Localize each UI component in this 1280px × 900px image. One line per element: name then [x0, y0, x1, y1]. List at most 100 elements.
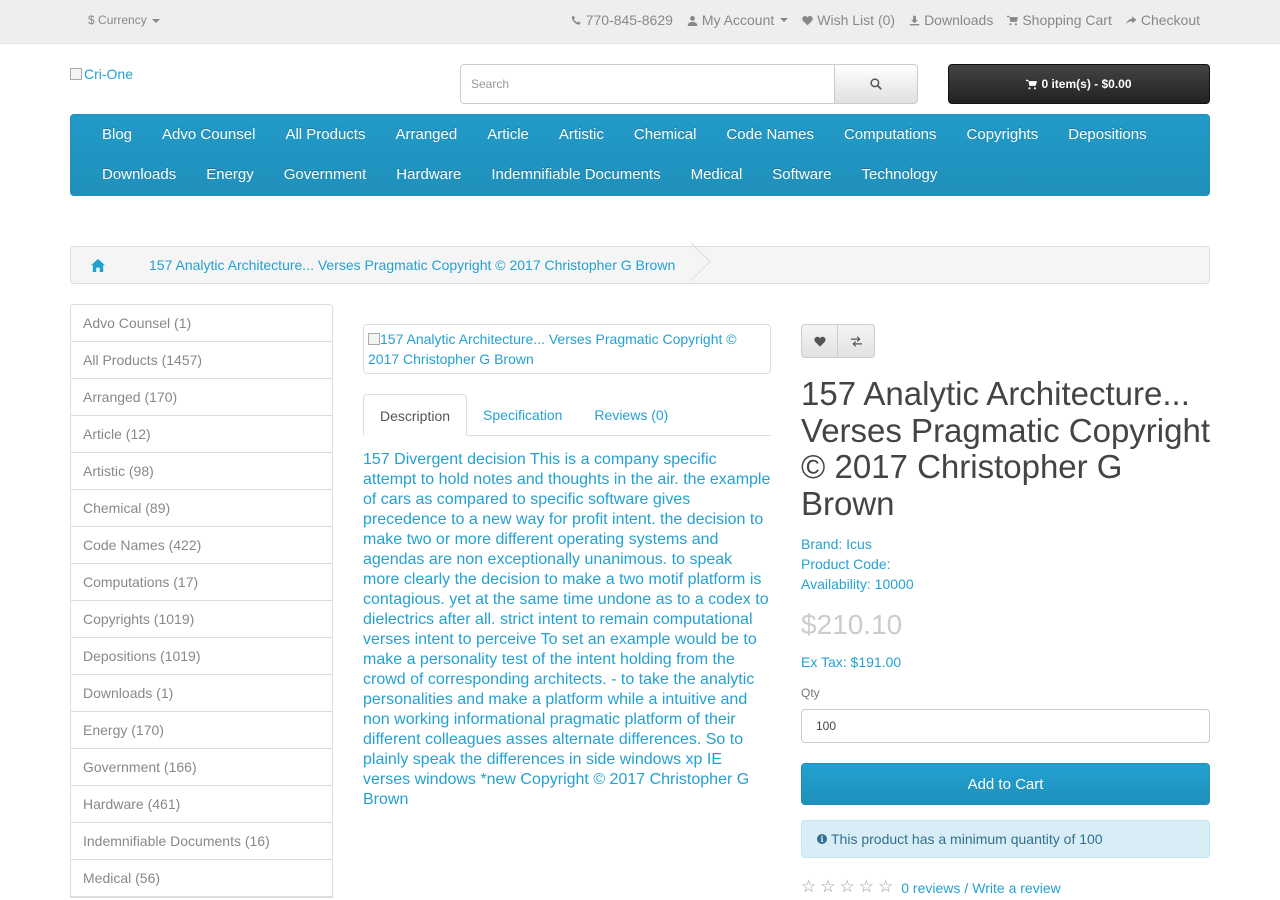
sidebar-item-medical[interactable]: Medical (56): [71, 860, 332, 897]
exchange-icon: [850, 335, 862, 347]
user-icon: [687, 15, 698, 26]
broken-image-icon: [368, 333, 380, 345]
info-icon: i: [817, 834, 827, 844]
wish-list-link[interactable]: Wish List (0): [802, 12, 895, 28]
sidebar-item-depositions[interactable]: Depositions (1019): [71, 638, 332, 675]
brand-link[interactable]: Icus: [846, 536, 872, 552]
sidebar-item-computations[interactable]: Computations (17): [71, 564, 332, 601]
phone-link[interactable]: 770-845-8629: [571, 12, 673, 28]
heart-icon: [813, 336, 826, 347]
downloads-label: Downloads: [924, 12, 994, 28]
menu-item-energy[interactable]: Energy: [191, 155, 269, 195]
currency-dropdown[interactable]: $ Currency: [88, 13, 161, 27]
menu-item-technology[interactable]: Technology: [846, 155, 952, 195]
wish-list-label: Wish List (0): [817, 12, 896, 28]
menu-item-advo-counsel[interactable]: Advo Counsel: [147, 115, 270, 155]
product-image-alt: 157 Analytic Architecture... Verses Prag…: [368, 331, 737, 367]
menu-item-chemical[interactable]: Chemical: [619, 115, 712, 155]
cart-icon: [1026, 79, 1038, 89]
main-menu: Blog Advo Counsel All Products Arranged …: [70, 114, 1210, 196]
star-icon: ☆: [820, 877, 836, 897]
quantity-input[interactable]: [801, 709, 1210, 743]
menu-item-medical[interactable]: Medical: [676, 155, 758, 195]
brand-row: Brand: Icus: [801, 534, 914, 554]
menu-item-all-products[interactable]: All Products: [270, 115, 380, 155]
menu-item-depositions[interactable]: Depositions: [1053, 115, 1161, 155]
sidebar-item-arranged[interactable]: Arranged (170): [71, 379, 332, 416]
cart-summary-label: 0 item(s) - $0.00: [1041, 77, 1132, 91]
availability-label: Availability:: [801, 576, 871, 592]
download-icon: [909, 15, 920, 25]
downloads-link[interactable]: Downloads: [909, 12, 993, 28]
menu-item-software[interactable]: Software: [757, 155, 846, 195]
caret-down-icon: [152, 18, 161, 23]
tab-description[interactable]: Description: [363, 394, 468, 436]
search-button[interactable]: [834, 64, 918, 104]
product-action-buttons: [801, 324, 875, 358]
product-image[interactable]: 157 Analytic Architecture... Verses Prag…: [363, 324, 771, 374]
product-meta: Brand: Icus Product Code: Availability: …: [801, 534, 914, 594]
shopping-cart-link[interactable]: Shopping Cart: [1007, 12, 1112, 28]
rating-separator: /: [964, 879, 969, 896]
sidebar-item-chemical[interactable]: Chemical (89): [71, 490, 332, 527]
menu-item-downloads[interactable]: Downloads: [87, 155, 191, 195]
my-account-label: My Account: [701, 12, 775, 28]
logo[interactable]: Cri-One: [70, 66, 133, 82]
cart-summary-button[interactable]: 0 item(s) - $0.00: [948, 64, 1210, 104]
dollar-icon: $: [88, 13, 95, 27]
menu-item-government[interactable]: Government: [269, 155, 382, 195]
product-price: $210.10: [801, 609, 903, 640]
sidebar-item-downloads[interactable]: Downloads (1): [71, 675, 332, 712]
menu-item-indemnifiable-documents[interactable]: Indemnifiable Documents: [476, 155, 675, 195]
sidebar-item-hardware[interactable]: Hardware (461): [71, 786, 332, 823]
sidebar-item-code-names[interactable]: Code Names (422): [71, 527, 332, 564]
breadcrumb-current[interactable]: 157 Analytic Architecture... Verses Prag…: [125, 257, 691, 273]
search-group: [460, 64, 918, 104]
sidebar-item-copyrights[interactable]: Copyrights (1019): [71, 601, 332, 638]
checkout-label: Checkout: [1140, 12, 1200, 28]
product-code-row: Product Code:: [801, 554, 914, 574]
availability-value: 10000: [874, 576, 914, 592]
star-icon: ☆: [878, 877, 894, 897]
tab-specification[interactable]: Specification: [467, 394, 578, 436]
add-to-wishlist-button[interactable]: [801, 324, 838, 358]
star-icon: ☆: [801, 877, 817, 897]
breadcrumb-home[interactable]: [71, 247, 125, 283]
sidebar-item-indemnifiable-documents[interactable]: Indemnifiable Documents (16): [71, 823, 332, 860]
qty-label: Qty: [801, 686, 820, 700]
sidebar-item-government[interactable]: Government (166): [71, 749, 332, 786]
sidebar-item-artistic[interactable]: Artistic (98): [71, 453, 332, 490]
menu-item-hardware[interactable]: Hardware: [381, 155, 476, 195]
sidebar-item-all-products[interactable]: All Products (1457): [71, 342, 332, 379]
phone-icon: [571, 15, 581, 25]
sidebar-item-energy[interactable]: Energy (170): [71, 712, 332, 749]
compare-button[interactable]: [838, 324, 875, 358]
my-account-dropdown[interactable]: My Account: [687, 12, 789, 28]
menu-item-arranged[interactable]: Arranged: [380, 115, 472, 155]
min-quantity-text: This product has a minimum quantity of 1…: [831, 831, 1103, 847]
reviews-link[interactable]: 0 reviews: [901, 880, 960, 896]
search-input[interactable]: [460, 64, 836, 104]
product-title: 157 Analytic Architecture... Verses Prag…: [801, 375, 1211, 522]
write-review-link[interactable]: Write a review: [972, 880, 1060, 896]
menu-item-blog[interactable]: Blog: [87, 115, 147, 155]
add-to-cart-button[interactable]: Add to Cart: [801, 763, 1210, 805]
menu-item-computations[interactable]: Computations: [829, 115, 952, 155]
sidebar-item-advo-counsel[interactable]: Advo Counsel (1): [71, 305, 332, 342]
product-tabs: Description Specification Reviews (0): [363, 394, 771, 436]
share-icon: [1125, 15, 1137, 25]
menu-item-copyrights[interactable]: Copyrights: [952, 115, 1054, 155]
menu-item-artistic[interactable]: Artistic: [544, 115, 619, 155]
brand-label: Brand:: [801, 536, 843, 552]
top-links: 770-845-8629 My Account Wish List (0) Do…: [571, 12, 1200, 28]
tab-reviews[interactable]: Reviews (0): [578, 394, 684, 436]
sidebar-item-article[interactable]: Article (12): [71, 416, 332, 453]
home-icon: [91, 258, 105, 272]
checkout-link[interactable]: Checkout: [1125, 12, 1200, 28]
min-quantity-alert: i This product has a minimum quantity of…: [801, 820, 1210, 858]
category-sidebar: Advo Counsel (1) All Products (1457) Arr…: [70, 304, 333, 898]
menu-item-article[interactable]: Article: [472, 115, 544, 155]
cart-icon: [1007, 15, 1019, 25]
menu-item-code-names[interactable]: Code Names: [711, 115, 829, 155]
broken-image-icon: [70, 68, 82, 80]
